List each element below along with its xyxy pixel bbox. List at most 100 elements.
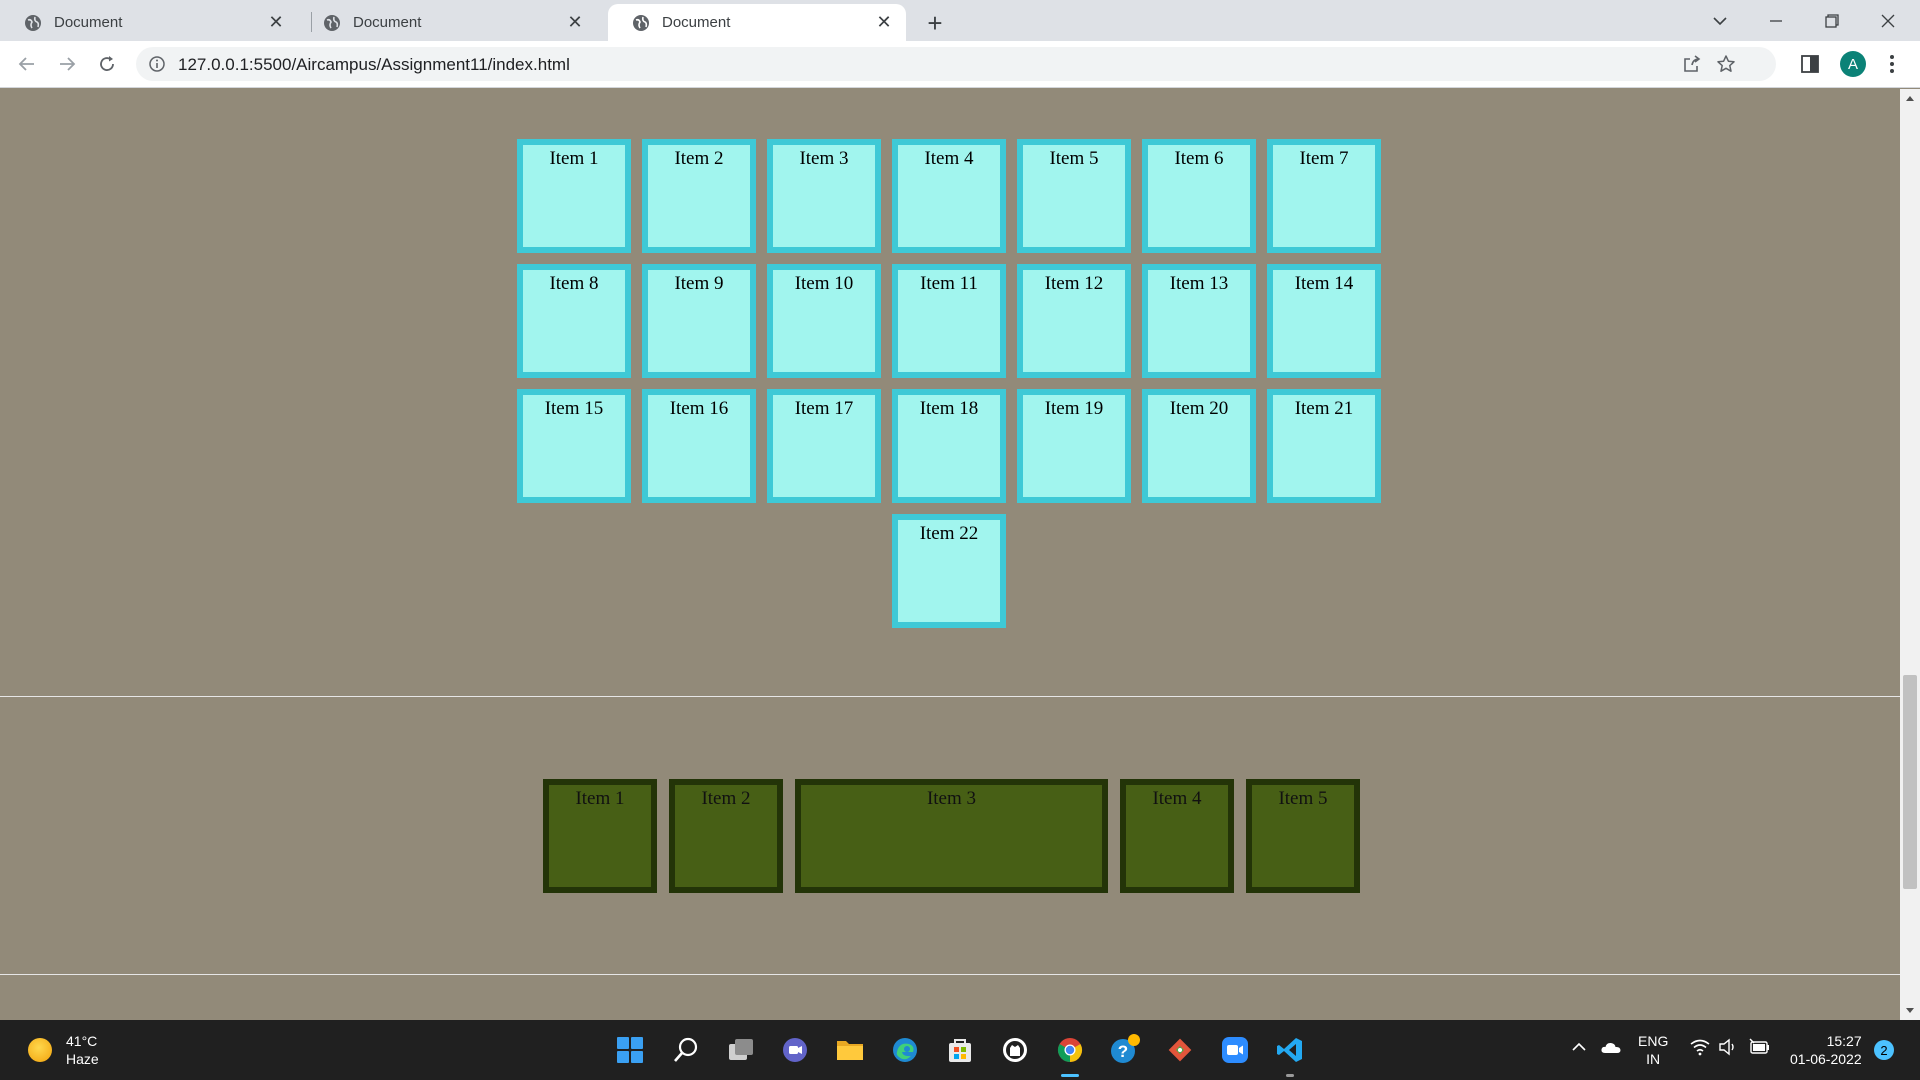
weather-widget[interactable]: 41°C Haze — [28, 1032, 99, 1068]
grid-item: Item 18 — [892, 389, 1006, 503]
edge-icon — [893, 1038, 917, 1062]
url-text[interactable]: 127.0.0.1:5500/Aircampus/Assignment11/in… — [178, 55, 570, 75]
show-hidden-icons-button[interactable] — [1570, 1038, 1588, 1056]
grid-item: Item 6 — [1142, 139, 1256, 253]
grid-item: Item 12 — [1017, 264, 1131, 378]
running-app-indicator — [1286, 1074, 1294, 1077]
battery-button[interactable] — [1748, 1038, 1770, 1056]
browser-toolbar: 127.0.0.1:5500/Aircampus/Assignment11/in… — [0, 41, 1920, 88]
zoom-video-icon — [1222, 1037, 1248, 1063]
help-icon: ? — [1111, 1034, 1140, 1063]
grid-item: Item 10 — [767, 264, 881, 378]
volume-button[interactable] — [1718, 1038, 1738, 1056]
page-scrollbar[interactable] — [1900, 89, 1920, 1020]
forward-button[interactable] — [52, 49, 82, 79]
globe-icon — [25, 14, 41, 31]
flex-item: Item 5 — [1246, 779, 1360, 893]
new-tab-button[interactable]: + — [920, 8, 950, 38]
network-button[interactable] — [1690, 1038, 1710, 1056]
windows-taskbar: 41°C Haze ? ENG IN 15:27 01-06-2022 2 — [0, 1020, 1920, 1080]
flex-container: Item 1 Item 2 Item 3 Item 4 Item 5 — [543, 779, 1360, 893]
tab-document-2[interactable]: Document ✕ — [299, 4, 597, 41]
grid-item: Item 19 — [1017, 389, 1131, 503]
flex-item: Item 2 — [669, 779, 783, 893]
grid-item: Item 8 — [517, 264, 631, 378]
get-help-button[interactable]: ? — [1109, 1034, 1141, 1066]
restore-button[interactable] — [1804, 0, 1860, 41]
bookmark-star-icon[interactable] — [1716, 54, 1736, 74]
tab-document-1[interactable]: Document ✕ — [0, 4, 298, 41]
reload-icon — [100, 56, 114, 71]
taskbar-search-button[interactable] — [670, 1034, 702, 1066]
speaker-icon — [1719, 1038, 1734, 1056]
info-icon[interactable] — [148, 55, 166, 73]
horizontal-rule — [0, 974, 1900, 975]
share-icon[interactable] — [1682, 54, 1702, 74]
vscode-button[interactable] — [1274, 1034, 1306, 1066]
side-panel-icon[interactable] — [1800, 54, 1820, 74]
scroll-down-arrow[interactable] — [1900, 1002, 1920, 1020]
close-icon — [1881, 14, 1895, 27]
grid-item: Item 16 — [642, 389, 756, 503]
flex-item: Item 3 — [795, 779, 1108, 893]
onedrive-button[interactable] — [1600, 1038, 1622, 1056]
zoom-button[interactable] — [1219, 1034, 1251, 1066]
grid-item: Item 4 — [892, 139, 1006, 253]
tab-title: Document — [353, 14, 422, 31]
task-view-button[interactable] — [725, 1034, 757, 1066]
teams-chat-button[interactable] — [779, 1034, 811, 1066]
notification-badge[interactable]: 2 — [1874, 1040, 1894, 1060]
battery-charging-icon — [1749, 1038, 1769, 1054]
start-button[interactable] — [614, 1034, 646, 1066]
chat-icon — [783, 1038, 807, 1062]
grid-item: Item 9 — [642, 264, 756, 378]
wifi-icon — [1690, 1039, 1710, 1056]
flex-item: Item 1 — [543, 779, 657, 893]
flex-item: Item 4 — [1120, 779, 1234, 893]
forward-arrow-icon — [60, 57, 76, 71]
restore-icon — [1825, 13, 1839, 28]
active-app-indicator — [1061, 1074, 1079, 1077]
search-icon — [674, 1037, 698, 1062]
arrow-down-icon — [1906, 1008, 1914, 1013]
scroll-up-arrow[interactable] — [1900, 89, 1920, 107]
grid-item: Item 11 — [892, 264, 1006, 378]
language-code: ENG — [1638, 1033, 1669, 1049]
address-bar[interactable]: 127.0.0.1:5500/Aircampus/Assignment11/in… — [136, 47, 1776, 81]
close-tab-icon[interactable]: ✕ — [565, 12, 585, 33]
scroll-thumb[interactable] — [1903, 675, 1917, 889]
profile-avatar[interactable]: A — [1840, 51, 1866, 77]
minimize-button[interactable] — [1748, 0, 1804, 41]
grid-item: Item 21 — [1267, 389, 1381, 503]
grid-item: Item 22 — [892, 514, 1006, 628]
grid-item: Item 17 — [767, 389, 881, 503]
folder-icon — [837, 1041, 863, 1060]
clock-time: 15:27 — [1826, 1033, 1862, 1049]
tab-title: Document — [54, 14, 123, 31]
tab-document-3-active[interactable]: Document ✕ — [608, 4, 906, 41]
svg-text:?: ? — [1118, 1042, 1128, 1061]
chrome-icon — [1057, 1038, 1083, 1062]
weather-condition: Haze — [66, 1051, 99, 1067]
chevron-up-icon — [1572, 1042, 1586, 1051]
input-language-button[interactable]: ENG IN — [1638, 1032, 1668, 1068]
close-tab-icon[interactable]: ✕ — [874, 12, 894, 33]
file-explorer-button[interactable] — [834, 1034, 866, 1066]
git-diamond-icon — [1168, 1038, 1192, 1062]
github-cat-icon — [1003, 1038, 1027, 1062]
git-tool-button[interactable] — [1164, 1034, 1196, 1066]
microsoft-store-button[interactable] — [944, 1034, 976, 1066]
grid-item: Item 20 — [1142, 389, 1256, 503]
system-clock[interactable]: 15:27 01-06-2022 — [1790, 1032, 1862, 1068]
back-button[interactable] — [12, 49, 42, 79]
edge-browser-button[interactable] — [889, 1034, 921, 1066]
close-tab-icon[interactable]: ✕ — [266, 12, 286, 33]
more-options-icon[interactable] — [1882, 52, 1902, 76]
chrome-browser-button[interactable] — [1054, 1034, 1086, 1066]
github-desktop-button[interactable] — [999, 1034, 1031, 1066]
tab-search-button[interactable] — [1692, 0, 1748, 41]
reload-button[interactable] — [92, 49, 122, 79]
close-window-button[interactable] — [1860, 0, 1916, 41]
globe-icon — [633, 14, 649, 31]
grid-item: Item 1 — [517, 139, 631, 253]
